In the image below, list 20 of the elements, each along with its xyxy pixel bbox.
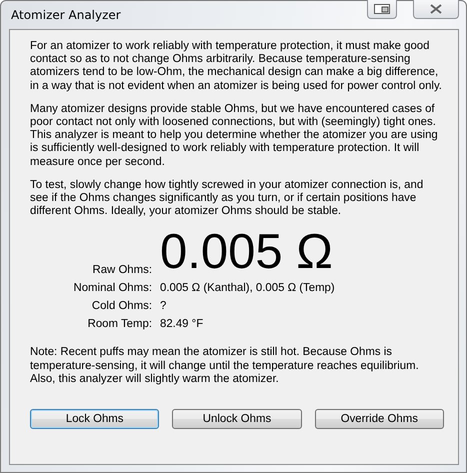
reading-label: Nominal Ohms: [72, 282, 152, 294]
action-button[interactable]: Unlock Ohms [172, 409, 302, 430]
description-text: For an atomizer to work reliably with temperature protection, it must make good contact so as to not change Ohms arbitrarily. Because temperature-sensing atomizers tend to be low-Ohm, the mechanical design can make a big difference, in a way that is not evident when an atomizer is being used for power control only. [30, 40, 443, 93]
window-title: Atomizer Analyzer [11, 8, 121, 22]
note-text: Note: Recent puffs may mean the atomizer is still hot. Because Ohms is temperature-sensing, it will change until the temperature reaches equilibrium. Also, this analyzer will slightly warm the atomizer. [30, 346, 420, 386]
action-button[interactable]: Override Ohms [314, 409, 444, 430]
description-text: To test, slowly change how tightly screwed in your atomizer connection is, and see if the Ohms changes significantly as you turn, or if certain positions have different Ohms. Ideally, your atomizer Ohms should be stable. [30, 178, 424, 218]
ohms-reading: 0.005 Ω [160, 228, 334, 276]
reading-value: ? [160, 300, 168, 312]
reading-value: 82.49 °F [160, 318, 204, 330]
reading-label: Raw Ohms: [92, 264, 152, 276]
snap-button[interactable] [367, 0, 397, 19]
description-text: Many atomizer designs provide stable Ohms, but we have encountered cases of poor contact not only with loosened connections, but with (seemingly) tight ones. This analyzer is meant to help you determine whether the atomizer you are using is sufficiently well-designed to work reliably with temperature protection. It will measure once per second. [30, 102, 439, 169]
action-button[interactable]: Lock Ohms [30, 409, 160, 430]
reading-label: Room Temp: [86, 318, 152, 330]
close-button[interactable] [413, 0, 459, 19]
window-icon [374, 4, 390, 14]
close-icon [430, 4, 442, 14]
reading-value: 0.005 Ω (Kanthal), 0.005 Ω (Temp) [160, 282, 336, 294]
reading-label: Cold Ohms: [90, 300, 152, 312]
